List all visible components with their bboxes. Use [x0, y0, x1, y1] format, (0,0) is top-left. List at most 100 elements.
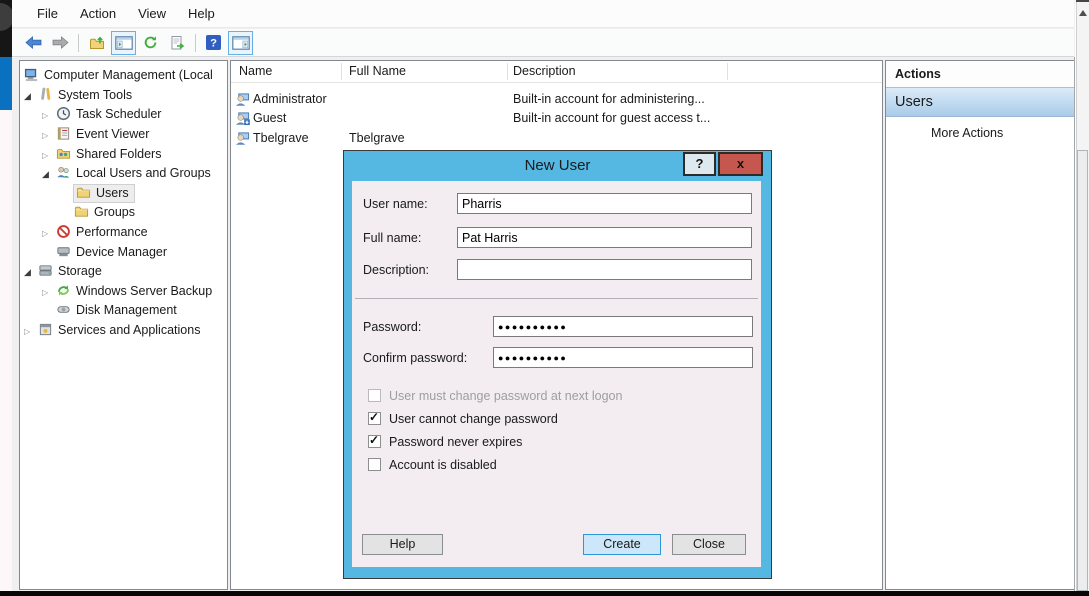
tree-item-windows-server-backup[interactable]: Windows Server Backup [42, 281, 212, 301]
scrollbar-thumb[interactable] [1077, 150, 1088, 591]
forward-button[interactable] [48, 31, 73, 55]
collapse-arrow-icon[interactable] [42, 106, 56, 126]
folder-icon [74, 204, 89, 219]
tree-item-disk-management[interactable]: Disk Management [42, 300, 177, 320]
selected-item-highlight: Users [74, 185, 134, 202]
tree-item-system-tools[interactable]: System Tools [24, 85, 132, 105]
tree-item-label: Task Scheduler [76, 107, 161, 121]
cell-name: Guest [253, 109, 286, 128]
column-header-full-name[interactable]: Full Name [349, 61, 406, 82]
tree-item-label: Services and Applications [58, 323, 200, 337]
tree-item-local-users-and-groups[interactable]: Local Users and Groups [42, 163, 211, 183]
show-console-tree-button[interactable] [111, 31, 136, 55]
folder-up-icon [89, 35, 105, 51]
checkbox-row-account-disabled: Account is disabled [368, 458, 497, 473]
checkbox-password-never-expires[interactable] [368, 435, 381, 448]
list-row-guest[interactable]: Guest Built-in account for guest access … [231, 109, 882, 128]
menu-view[interactable]: View [127, 0, 177, 27]
collapse-arrow-icon[interactable] [42, 126, 56, 146]
tree-item-groups[interactable]: Groups [60, 202, 135, 222]
column-splitter[interactable] [727, 63, 728, 80]
column-splitter[interactable] [507, 63, 508, 80]
tree-item-users[interactable]: Users [60, 183, 134, 203]
column-header-name[interactable]: Name [239, 61, 272, 82]
tree-item-shared-folders[interactable]: Shared Folders [42, 144, 161, 164]
description-label: Description: [363, 262, 429, 278]
show-action-pane-button[interactable] [228, 31, 253, 55]
checkbox-must-change-password[interactable] [368, 389, 381, 402]
confirm-password-field[interactable] [493, 347, 753, 368]
scrollbar-up-arrow-icon[interactable] [1079, 6, 1087, 16]
scrollbar-top-edge [1076, 0, 1089, 2]
shared-folders-icon [56, 146, 71, 161]
menu-file[interactable]: File [26, 0, 69, 27]
cell-name: Tbelgrave [253, 129, 309, 148]
performance-icon [56, 224, 71, 239]
refresh-button[interactable] [138, 31, 163, 55]
up-one-level-button[interactable] [84, 31, 109, 55]
console-tree-icon [115, 36, 133, 50]
close-button[interactable]: Close [672, 534, 746, 555]
new-user-dialog: New User ? x User name: Full name: Descr… [343, 150, 772, 579]
list-row-tbelgrave[interactable]: Tbelgrave Tbelgrave [231, 129, 882, 148]
device-manager-icon [56, 244, 71, 259]
forward-arrow-icon [51, 35, 70, 50]
tree-item-task-scheduler[interactable]: Task Scheduler [42, 104, 161, 124]
actions-group-users[interactable]: Users [886, 88, 1074, 117]
column-splitter[interactable] [341, 63, 342, 80]
help-icon [206, 35, 221, 50]
toolbar-separator [78, 34, 79, 52]
tree-item-device-manager[interactable]: Device Manager [42, 242, 167, 262]
disk-management-icon [56, 302, 71, 317]
back-arrow-icon [24, 35, 43, 50]
tree-item-label: Device Manager [76, 245, 167, 259]
expand-arrow-icon[interactable] [24, 262, 38, 283]
user-name-label: User name: [363, 196, 428, 212]
task-scheduler-icon [56, 106, 71, 121]
password-field[interactable] [493, 316, 753, 337]
tree-item-label: System Tools [58, 88, 132, 102]
user-name-field[interactable] [457, 193, 752, 214]
list-row-administrator[interactable]: Administrator Built-in account for admin… [231, 90, 882, 109]
tree-item-storage[interactable]: Storage [24, 261, 102, 281]
expand-arrow-icon[interactable] [24, 86, 38, 107]
help-button[interactable] [201, 31, 226, 55]
menu-action[interactable]: Action [69, 0, 127, 27]
description-field[interactable] [457, 259, 752, 280]
tree-item-computer-management[interactable]: Computer Management (Local [24, 65, 213, 85]
services-apps-icon [38, 322, 53, 337]
tree-item-label: Users [96, 186, 129, 200]
tree-item-event-viewer[interactable]: Event Viewer [42, 124, 149, 144]
tree-item-performance[interactable]: Performance [42, 222, 148, 242]
help-button[interactable]: Help [362, 534, 443, 555]
local-users-groups-icon [56, 165, 71, 180]
collapse-arrow-icon[interactable] [24, 322, 38, 342]
column-header-description[interactable]: Description [513, 61, 576, 82]
more-actions-menu[interactable]: More Actions [931, 123, 1003, 143]
checkbox-account-disabled[interactable] [368, 458, 381, 471]
cell-full-name: Tbelgrave [349, 129, 405, 148]
tree-item-services-and-applications[interactable]: Services and Applications [24, 320, 200, 340]
console-tree-panel: Computer Management (Local System Tools … [19, 60, 228, 590]
tree-item-label: Event Viewer [76, 127, 149, 141]
expand-arrow-icon[interactable] [42, 164, 56, 185]
folder-icon [76, 185, 91, 200]
checkbox-cannot-change-password[interactable] [368, 412, 381, 425]
toolbar-separator [195, 34, 196, 52]
export-list-button[interactable] [165, 31, 190, 55]
collapse-arrow-icon[interactable] [42, 224, 56, 244]
menu-bar: File Action View Help [12, 0, 1074, 28]
back-button[interactable] [21, 31, 46, 55]
menu-help[interactable]: Help [177, 0, 226, 27]
tree-item-label: Storage [58, 264, 102, 278]
full-name-field[interactable] [457, 227, 752, 248]
checkbox-label: Account is disabled [389, 458, 497, 472]
event-viewer-icon [56, 126, 71, 141]
window-right-border [1074, 57, 1075, 591]
dialog-close-button[interactable]: x [718, 152, 763, 176]
create-button[interactable]: Create [583, 534, 661, 555]
desktop-edge-dark [0, 0, 12, 57]
actions-panel-title: Actions [886, 61, 1074, 88]
full-name-label: Full name: [363, 230, 421, 246]
dialog-help-button[interactable]: ? [683, 152, 716, 176]
